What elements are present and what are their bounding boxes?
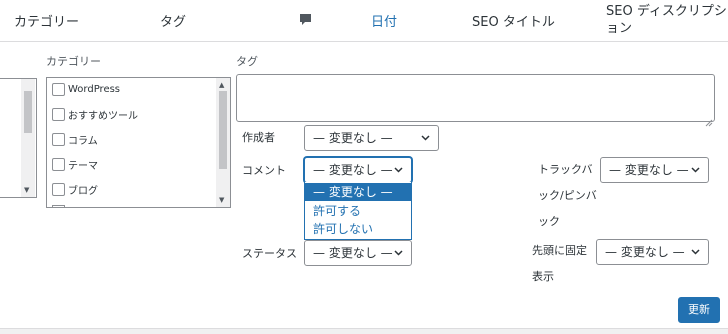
scroll-down-arrow-icon[interactable]: ▼ — [24, 186, 29, 194]
author-select[interactable]: — 変更なし — — [304, 125, 439, 151]
column-header-tags[interactable]: タグ — [160, 11, 186, 30]
pings-select[interactable]: — 変更なし — — [600, 157, 709, 183]
scrollbar-thumb[interactable] — [219, 91, 227, 169]
status-select[interactable]: — 変更なし — — [304, 240, 412, 266]
category-item-label: WordPress — [68, 83, 121, 95]
footer-divider — [0, 328, 728, 334]
checkbox[interactable] — [52, 82, 65, 96]
pings-label: トラックバック/ピンバック — [538, 163, 597, 228]
author-select-value: — 変更なし — — [313, 131, 393, 145]
chevron-down-icon — [691, 249, 700, 255]
column-header-seo-description[interactable]: SEO ディスクリプション — [606, 3, 728, 37]
column-header-seo-title[interactable]: SEO タイトル — [472, 11, 555, 30]
scrollbar-thumb[interactable] — [24, 91, 32, 133]
category-item-label: コラム — [68, 135, 98, 147]
pings-select-value: — 変更なし — — [609, 163, 689, 177]
sticky-select-value: — 変更なし — — [605, 245, 685, 259]
checkbox-partial — [52, 205, 65, 207]
column-header-category[interactable]: カテゴリー — [14, 11, 79, 30]
status-label: ステータス — [242, 247, 297, 260]
chevron-down-icon — [394, 167, 403, 173]
tags-textarea[interactable] — [236, 74, 715, 127]
category-item-label: ブログ — [68, 185, 98, 197]
category-item-label: おすすめツール — [68, 110, 138, 122]
resize-grip-icon[interactable] — [705, 112, 713, 127]
sticky-label: 先頭に固定表示 — [532, 244, 587, 283]
comments-label: コメント — [242, 164, 286, 177]
category-item-theme[interactable]: テーマ — [52, 155, 98, 173]
update-button[interactable]: 更新 — [678, 297, 720, 323]
dropdown-option-allow[interactable]: 許可する — [305, 202, 411, 220]
tags-label: タグ — [236, 55, 258, 68]
comment-bubble-icon[interactable] — [299, 11, 312, 25]
category-item-column[interactable]: コラム — [52, 130, 98, 148]
category-item-blog[interactable]: ブログ — [52, 180, 98, 198]
comments-dropdown-list: — 変更なし — 許可する 許可しない — [304, 182, 412, 240]
chevron-down-icon — [691, 167, 700, 173]
category-checklist: WordPress おすすめツール コラム テーマ ブログ ▲ ▼ — [46, 77, 231, 208]
sticky-select[interactable]: — 変更なし — — [596, 239, 709, 265]
checkbox[interactable] — [52, 182, 65, 196]
scrollbar[interactable]: ▲ ▼ — [216, 78, 230, 207]
author-label: 作成者 — [242, 131, 275, 144]
list-table-header: カテゴリー タグ 日付 SEO タイトル SEO ディスクリプション — [0, 0, 728, 42]
scrollbar[interactable]: ▼ — [21, 79, 35, 197]
chevron-down-icon — [421, 135, 430, 141]
column-header-date[interactable]: 日付 — [371, 11, 397, 30]
status-select-value: — 変更なし — — [313, 246, 393, 260]
checkbox[interactable] — [52, 107, 65, 121]
comments-select[interactable]: — 変更なし — — [304, 157, 412, 183]
category-item-wordpress[interactable]: WordPress — [52, 80, 120, 98]
dropdown-option-disallow[interactable]: 許可しない — [305, 220, 411, 238]
checkbox[interactable] — [52, 157, 65, 171]
scroll-up-arrow-icon[interactable]: ▲ — [219, 81, 224, 89]
category-item-label: テーマ — [68, 160, 98, 172]
checkbox[interactable] — [52, 132, 65, 146]
categories-label: カテゴリー — [46, 55, 101, 68]
dropdown-option-no-change[interactable]: — 変更なし — — [305, 183, 411, 201]
comments-select-value: — 変更なし — — [313, 163, 393, 177]
scroll-down-arrow-icon[interactable]: ▼ — [219, 196, 224, 204]
chevron-down-icon — [394, 250, 403, 256]
post-list-box: ▼ — [0, 78, 37, 198]
category-item-tools[interactable]: おすすめツール — [52, 105, 138, 123]
